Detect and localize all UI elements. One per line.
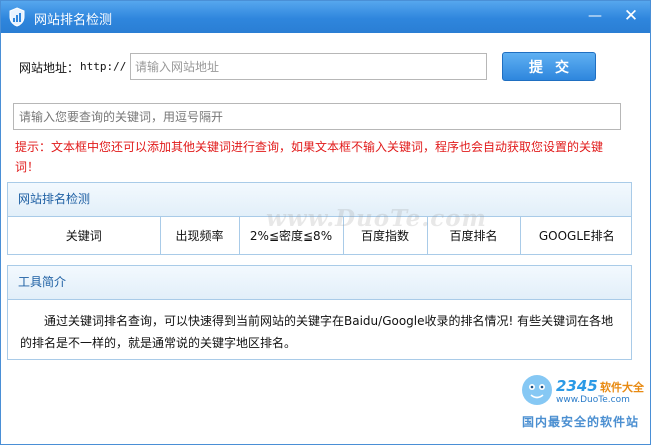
column-header-keyword[interactable]: 关键词 [8, 217, 161, 254]
window-title: 网站排名检测 [34, 13, 113, 28]
tool-intro-text: 通过关键词排名查询，可以快速得到当前网站的关键字在Baidu/Google收录的… [20, 314, 614, 350]
watermark-text: www.DuoTe.com [266, 205, 487, 232]
logo-number: 2345 [556, 377, 598, 395]
hint-text: 提示：文本框中您还可以添加其他关键词进行查询，如果文本框不输入关键词，程序也会自… [15, 140, 604, 174]
watermark-logo: 2345 软件大全 www.DuoTe.com 国内最安全的软件站 [520, 371, 648, 439]
keywords-input[interactable] [13, 103, 621, 130]
logo-site: www.DuoTe.com [556, 395, 630, 405]
title-bar[interactable]: 网站排名检测 — ✕ [1, 1, 650, 33]
app-window: 网站排名检测 — ✕ 网站地址： http:// 提交 提示：文本框中您还可以添… [0, 0, 651, 445]
tool-intro-panel: 工具简介 通过关键词排名查询，可以快速得到当前网站的关键字在Baidu/Goog… [7, 265, 632, 360]
column-header-google-rank[interactable]: GOOGLE排名 [520, 217, 633, 254]
close-button[interactable]: ✕ [620, 6, 642, 26]
shield-chart-icon [9, 7, 25, 27]
logo-brand: 软件大全 [600, 381, 644, 394]
url-input[interactable] [130, 53, 487, 80]
minimize-button[interactable]: — [584, 6, 606, 26]
logo-slogan: 国内最安全的软件站 [522, 415, 640, 429]
column-header-frequency[interactable]: 出现频率 [160, 217, 240, 254]
url-label: 网站地址： [19, 61, 80, 75]
url-prefix: http:// [80, 60, 127, 73]
mascot-icon [522, 375, 552, 405]
tool-intro-title: 工具简介 [8, 266, 631, 300]
submit-button[interactable]: 提交 [502, 52, 596, 81]
